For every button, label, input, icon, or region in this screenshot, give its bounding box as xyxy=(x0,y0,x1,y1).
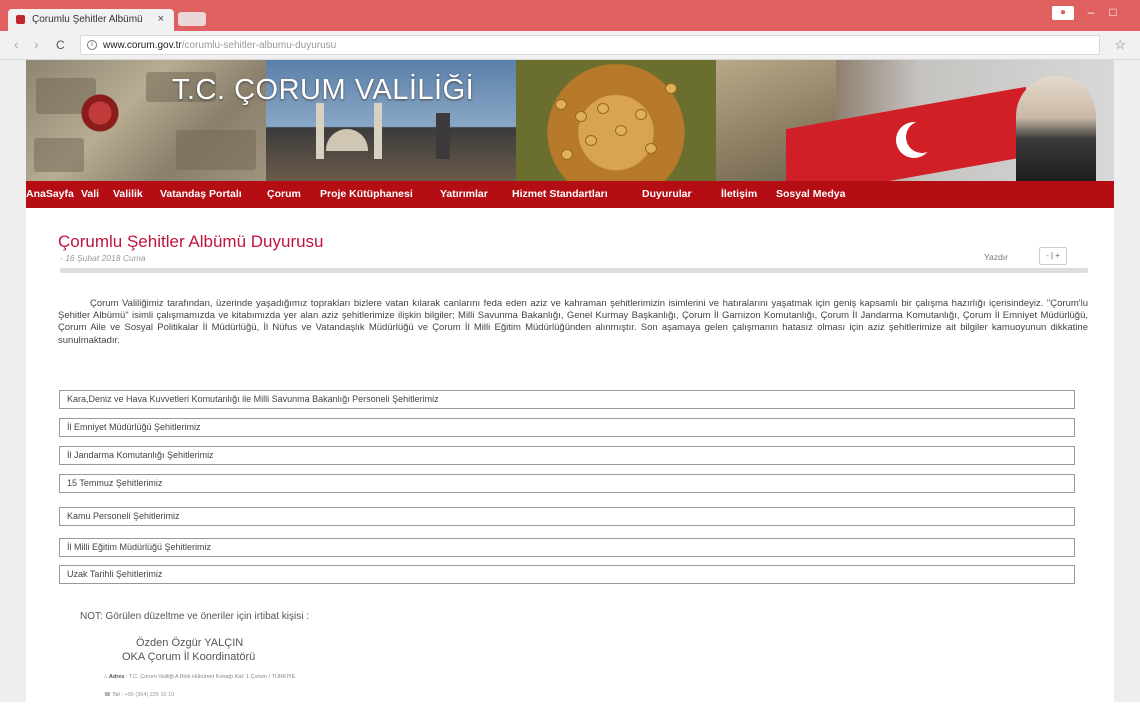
section-emniyet[interactable]: İl Emniyet Müdürlüğü Şehitlerimiz xyxy=(59,418,1075,437)
nav-item-corum[interactable]: Çorum xyxy=(267,188,301,200)
nav-item-sosyal-medya[interactable]: Sosyal Medya xyxy=(776,188,845,200)
reload-icon[interactable]: C xyxy=(56,38,65,52)
site-banner: T.C. ÇORUM VALİLİĞİ xyxy=(26,60,1114,181)
section-tsk-msb[interactable]: Kara,Deniz ve Hava Kuvvetleri Komutanlığ… xyxy=(59,390,1075,409)
nav-item-vatandas-portali[interactable]: Vatandaş Portalı xyxy=(160,188,242,200)
contact-organization: OKA Çorum İl Koordinatörü xyxy=(122,651,256,663)
page-info-icon[interactable]: i xyxy=(87,40,97,50)
address-label: Adres xyxy=(108,674,125,680)
intro-paragraph: Çorum Valiliğimiz tarafından, üzerinde y… xyxy=(58,298,1088,346)
text-size-controls[interactable]: - | + xyxy=(1039,247,1067,265)
portrait-image xyxy=(1016,76,1096,181)
contact-name: Özden Özgür YALÇIN xyxy=(136,637,244,649)
flag-crescent-mask xyxy=(906,121,938,153)
address-text: : T.C. Çorum Valiliği A Blok Hükümet Kon… xyxy=(125,674,296,680)
minimize-button[interactable]: – xyxy=(1082,4,1100,20)
main-navigation: AnaSayfa Vali Valilik Vatandaş Portalı Ç… xyxy=(26,181,1114,208)
footer-address: ⌂ Adres : T.C. Çorum Valiliği A Blok Hük… xyxy=(104,674,295,680)
section-uzak-tarihli[interactable]: Uzak Tarihli Şehitlerimiz xyxy=(59,565,1075,584)
contact-note: NOT: Görülen düzeltme ve öneriler için i… xyxy=(80,611,309,622)
publish-date: - 16 Şubat 2018 Cuma xyxy=(60,253,146,263)
url-bar[interactable]: i www.corum.gov.tr/corumlu-sehitler-albu… xyxy=(80,35,1100,55)
back-button[interactable]: ‹ xyxy=(14,36,19,52)
section-kamu-personeli[interactable]: Kamu Personeli Şehitlerimiz xyxy=(59,507,1075,526)
nav-item-yatirimlar[interactable]: Yatırımlar xyxy=(440,188,488,200)
address-toolbar: ‹ › C i www.corum.gov.tr/corumlu-sehitle… xyxy=(0,31,1140,60)
phone-text: : +90 (364) 225 10 10 xyxy=(121,692,175,698)
section-jandarma[interactable]: İl Jandarma Komutanlığı Şehitlerimiz xyxy=(59,446,1075,465)
tab-close-icon[interactable]: × xyxy=(158,13,164,25)
section-milli-egitim[interactable]: İl Milli Eğitim Müdürlüğü Şehitlerimiz xyxy=(59,538,1075,557)
nav-item-iletisim[interactable]: İletişim xyxy=(721,188,757,200)
url-path: /corumlu-sehitler-albumu-duyurusu xyxy=(181,40,337,51)
nav-item-valilik[interactable]: Valilik xyxy=(113,188,143,200)
browser-titlebar: Çorumlu Şehitler Albümü × ● – □ xyxy=(0,0,1140,31)
web-page: T.C. ÇORUM VALİLİĞİ AnaSayfa Vali Valili… xyxy=(26,60,1114,702)
section-15-temmuz[interactable]: 15 Temmuz Şehitlerimiz xyxy=(59,474,1075,493)
url-domain: www.corum.gov.tr xyxy=(103,40,182,51)
user-profile-icon[interactable]: ● xyxy=(1052,6,1074,20)
nav-item-hizmet-standartlari[interactable]: Hizmet Standartları xyxy=(512,188,608,200)
browser-tab[interactable]: Çorumlu Şehitler Albümü × xyxy=(8,9,174,31)
tab-title: Çorumlu Şehitler Albümü xyxy=(32,14,143,25)
new-tab-button[interactable] xyxy=(178,12,206,26)
nav-item-anasayfa[interactable]: AnaSayfa xyxy=(26,188,74,200)
page-viewport: T.C. ÇORUM VALİLİĞİ AnaSayfa Vali Valili… xyxy=(0,60,1140,702)
title-divider xyxy=(60,268,1088,273)
browser-window: Çorumlu Şehitler Albümü × ● – □ ‹ › C i … xyxy=(0,0,1140,702)
maximize-button[interactable]: □ xyxy=(1104,4,1122,20)
phone-label: Tel xyxy=(112,692,120,698)
nav-item-vali[interactable]: Vali xyxy=(81,188,99,200)
footer-phone: ☎ Tel : +90 (364) 225 10 10 xyxy=(104,692,174,698)
forward-button[interactable]: › xyxy=(34,36,39,52)
favicon-icon xyxy=(16,15,25,24)
corum-emblem-icon xyxy=(70,90,130,136)
nav-item-duyurular[interactable]: Duyurular xyxy=(642,188,692,200)
page-title: Çorumlu Şehitler Albümü Duyurusu xyxy=(58,232,324,251)
print-link[interactable]: Yazdır xyxy=(984,252,1008,262)
nav-item-proje-kutuphanesi[interactable]: Proje Kütüphanesi xyxy=(320,188,413,200)
bookmark-star-icon[interactable]: ☆ xyxy=(1114,37,1126,53)
banner-title: T.C. ÇORUM VALİLİĞİ xyxy=(172,74,475,106)
banner-image-chickpeas xyxy=(516,60,716,181)
